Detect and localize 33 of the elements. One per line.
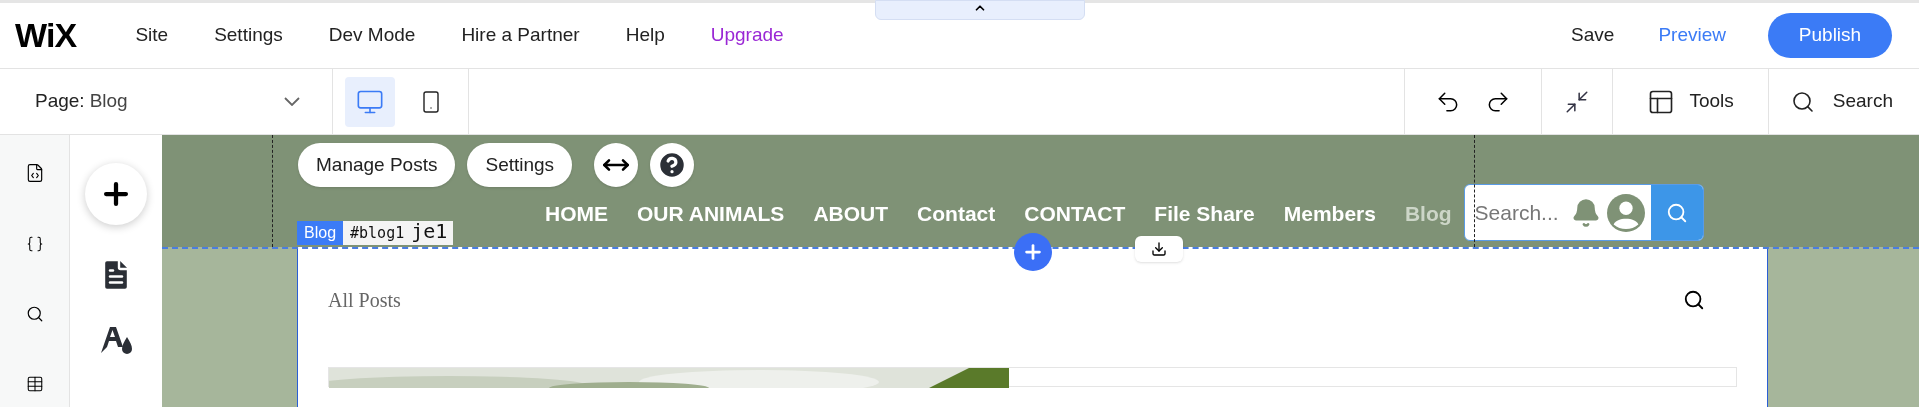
tools-button[interactable]: Tools: [1612, 69, 1768, 134]
menu-item[interactable]: Site: [135, 21, 169, 50]
download-icon: [1151, 241, 1167, 257]
blog-title: All Posts: [328, 288, 402, 313]
menu-item[interactable]: Dev Mode: [328, 21, 416, 50]
table-icon[interactable]: [25, 375, 44, 393]
logo[interactable]: WiX: [15, 10, 77, 61]
menu-item[interactable]: Settings: [214, 21, 283, 50]
page-selector[interactable]: Page: Blog: [0, 69, 333, 134]
desktop-view-button[interactable]: [345, 76, 395, 127]
search-icon: [1790, 89, 1815, 114]
font-color-icon[interactable]: [99, 325, 133, 355]
manage-posts-button[interactable]: Manage Posts: [298, 143, 456, 187]
element-type-tag: Blog: [297, 221, 344, 245]
search-input[interactable]: Search...: [1474, 196, 1567, 229]
element-id-tag: #blog1: [343, 221, 412, 245]
search-icon[interactable]: [1683, 289, 1705, 311]
add-button[interactable]: [85, 163, 147, 225]
publish-button[interactable]: Publish: [1768, 13, 1892, 58]
menu-item[interactable]: Help: [625, 21, 665, 50]
search-icon[interactable]: [25, 305, 44, 323]
save-button[interactable]: Save: [1571, 21, 1615, 50]
plus-icon: [1022, 241, 1044, 263]
menu-item[interactable]: Upgrade: [710, 21, 784, 50]
settings-button[interactable]: Settings: [467, 143, 573, 187]
preview-button[interactable]: Preview: [1658, 21, 1726, 50]
search-button[interactable]: Search: [1767, 69, 1919, 134]
menu-item[interactable]: Hire a Partner: [461, 21, 580, 50]
avatar-icon[interactable]: [1606, 193, 1645, 232]
element-label: je1: [411, 221, 454, 245]
code-braces-icon[interactable]: [25, 235, 44, 253]
chevron-down-icon: [284, 97, 300, 106]
download-button[interactable]: [1135, 236, 1183, 262]
